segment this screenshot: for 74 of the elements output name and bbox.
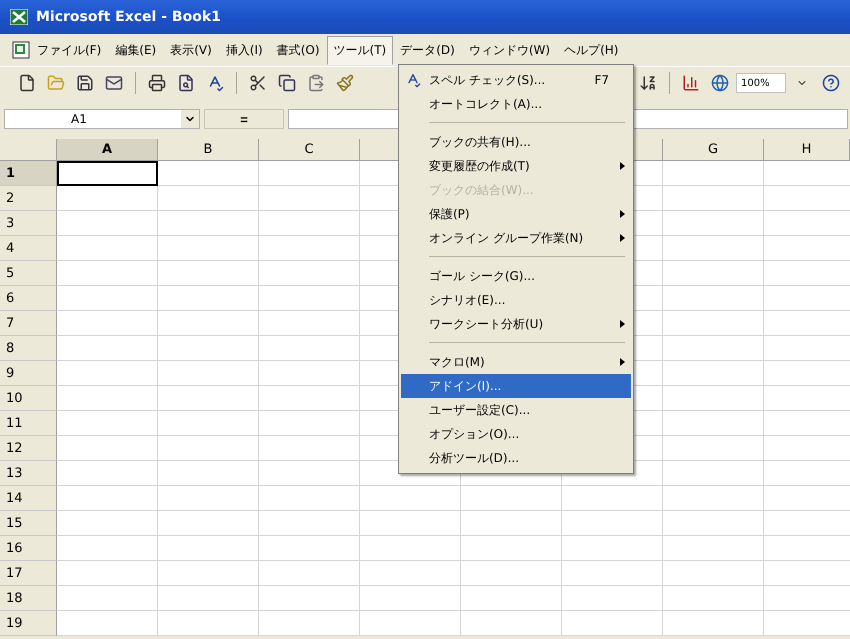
zoom-field[interactable]: 100% (736, 73, 786, 93)
menu-title[interactable]: ツール(T) (326, 36, 394, 64)
submenu-arrow-icon (620, 210, 625, 218)
row-header[interactable]: 3 (0, 211, 57, 236)
sort-descending-icon (639, 74, 657, 92)
row-header[interactable]: 4 (0, 236, 57, 261)
menu-item[interactable]: ゴール シーク(G)... (401, 264, 631, 288)
menu-item[interactable]: オートコレクト(A)... (401, 92, 631, 116)
print-preview-icon (177, 74, 195, 92)
menu-title[interactable]: ウィンドウ(W) (462, 36, 558, 64)
workbook-icon[interactable] (12, 41, 30, 59)
active-cell[interactable] (57, 161, 158, 186)
row-header[interactable]: 6 (0, 286, 57, 311)
bar-chart-icon (682, 74, 700, 92)
format-painter-icon (336, 74, 354, 92)
column-header[interactable]: A (57, 139, 158, 161)
menu-title[interactable]: データ(D) (393, 36, 462, 64)
save-icon (76, 74, 94, 92)
row-header[interactable]: 2 (0, 186, 57, 211)
menu-item[interactable]: ワークシート分析(U) (401, 312, 631, 336)
submenu-arrow-icon (620, 358, 625, 366)
paste-icon (307, 74, 325, 92)
menu-item[interactable]: 保護(P) (401, 202, 631, 226)
row-header[interactable]: 18 (0, 586, 57, 611)
row-header[interactable]: 17 (0, 561, 57, 586)
row-header[interactable]: 14 (0, 486, 57, 511)
row-header[interactable]: 19 (0, 611, 57, 636)
name-box[interactable]: A1 (4, 109, 200, 129)
submenu-arrow-icon (620, 320, 625, 328)
row-header[interactable]: 13 (0, 461, 57, 486)
mail-icon (105, 74, 123, 92)
menu-item[interactable]: ブックの共有(H)... (401, 130, 631, 154)
menu-title[interactable]: 表示(V) (163, 36, 219, 64)
excel-logo-icon (10, 9, 28, 25)
row-header[interactable]: 12 (0, 436, 57, 461)
menu-item[interactable]: 分析ツール(D)... (401, 446, 631, 470)
row-header[interactable]: 1 (0, 161, 57, 186)
row-header[interactable]: 7 (0, 311, 57, 336)
menu-title[interactable]: 書式(O) (270, 36, 327, 64)
menu-item[interactable]: オンライン グループ作業(N) (401, 226, 631, 250)
menu-item[interactable]: アドイン(I)... (401, 374, 631, 398)
submenu-arrow-icon (620, 162, 625, 170)
menu-title[interactable]: 挿入(I) (218, 36, 270, 64)
menu-item[interactable]: シナリオ(E)... (401, 288, 631, 312)
menu-title[interactable]: ヘルプ(H) (557, 36, 626, 64)
submenu-arrow-icon (620, 234, 625, 242)
column-header[interactable]: H (764, 139, 850, 161)
row-header[interactable]: 9 (0, 361, 57, 386)
print-icon (148, 74, 166, 92)
name-box-dropdown-button[interactable] (181, 110, 199, 128)
column-header[interactable]: G (663, 139, 764, 161)
column-header[interactable]: C (259, 139, 360, 161)
new-file-icon (18, 74, 36, 92)
open-folder-icon (47, 74, 65, 92)
help-icon (822, 74, 840, 92)
window-title: Microsoft Excel - Book1 (36, 9, 221, 25)
row-header[interactable]: 8 (0, 336, 57, 361)
equals-button[interactable]: = (204, 109, 284, 129)
row-header[interactable]: 5 (0, 261, 57, 286)
column-header[interactable]: B (158, 139, 259, 161)
menu-item[interactable]: マクロ(M) (401, 350, 631, 374)
menu-title[interactable]: 編集(E) (108, 36, 164, 64)
menu-title[interactable]: ファイル(F) (30, 36, 108, 64)
menu-item[interactable]: 変更履歴の作成(T) (401, 154, 631, 178)
globe-icon (711, 74, 729, 92)
row-header[interactable]: 11 (0, 411, 57, 436)
menu-item[interactable]: オプション(O)... (401, 422, 631, 446)
copy-icon (278, 74, 296, 92)
menu-item[interactable]: ユーザー設定(C)... (401, 398, 631, 422)
cut-icon (249, 74, 267, 92)
row-header[interactable]: 10 (0, 386, 57, 411)
menu-item[interactable]: スペル チェック(S)... F7 (401, 68, 631, 92)
row-header[interactable]: 16 (0, 536, 57, 561)
row-header[interactable]: 15 (0, 511, 57, 536)
